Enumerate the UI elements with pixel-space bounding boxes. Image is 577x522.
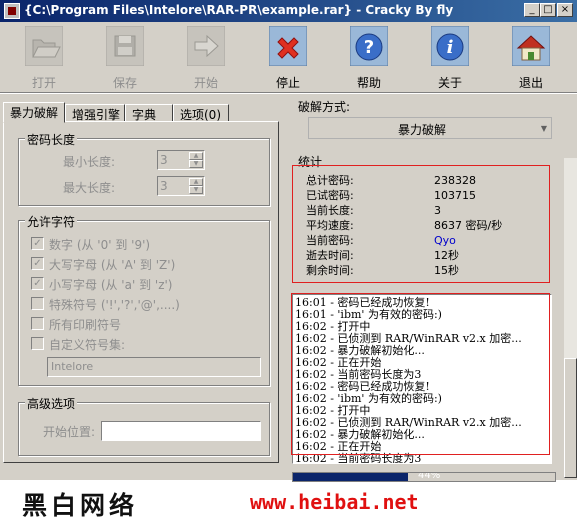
svg-text:i: i [447,37,454,58]
title-bar: {C:\Program Files\Intelore\RAR-PR\exampl… [0,0,577,22]
max-length-label: 最大长度: [63,181,116,195]
progress-bar: 44% [292,472,556,482]
crack-mode-select[interactable]: 暴力破解 ▼ [308,117,552,139]
password-length-title: 密码长度 [25,131,78,148]
start-position-label: 开始位置: [43,425,96,439]
charset-title: 允许字符 [25,213,78,230]
max-length-up-arrow-icon[interactable]: ▲ [189,178,203,186]
open-folder-icon [25,26,63,66]
max-length-down-arrow-icon[interactable]: ▼ [189,186,203,194]
tab-enhanced-engine[interactable]: 增强引擎 [65,104,125,122]
min-length-value: 3 [160,153,168,167]
help-button[interactable]: ? 帮助 [338,24,400,90]
stat-tried: 已试密码: 103715 [306,189,476,202]
special-label: 特殊符号 ('!','?','@',....) [49,298,180,312]
stop-label: 停止 [275,76,300,90]
about-button[interactable]: i 关于 [419,24,481,90]
app-icon[interactable] [4,3,20,19]
min-length-down-arrow-icon[interactable]: ▼ [189,160,203,168]
progress-text: 44% [418,472,441,481]
svg-text:?: ? [364,37,374,58]
stop-x-icon [269,26,307,66]
scrollbar-thumb[interactable] [564,358,577,478]
min-length-up-arrow-icon[interactable]: ▲ [189,152,203,160]
tab-dictionary[interactable]: 字典 [125,104,173,122]
digits-checkbox[interactable]: ✓ [31,237,44,250]
log-scrollbar[interactable] [564,158,577,478]
close-button[interactable]: × [557,3,573,17]
lowercase-checkbox[interactable]: ✓ [31,277,44,290]
watermark-banner: 黑白网络 www.heibai.net [0,484,577,520]
minimize-button[interactable]: _ [524,3,540,17]
stop-button[interactable]: 停止 [257,24,319,90]
site-name: 黑白网络 [22,491,139,520]
advanced-title: 高级选项 [25,395,78,412]
open-label: 打开 [31,76,56,90]
start-label: 开始 [193,76,218,90]
help-question-icon: ? [350,26,388,66]
uppercase-checkbox[interactable]: ✓ [31,257,44,270]
toolbar: 打开 保存 开始 停止 ? 帮助 i 关于 退出 [0,22,577,92]
save-button[interactable]: 保存 [94,24,156,90]
stat-elapsed-time: 逝去时间: 12秒 [306,249,459,262]
uppercase-label: 大写字母 (从 'A' 到 'Z') [49,258,176,272]
printable-checkbox[interactable] [31,317,44,330]
exit-label: 退出 [518,76,543,90]
exit-house-icon [512,26,550,66]
max-length-spinner[interactable]: 3 ▲ ▼ [157,176,205,196]
stat-average-speed: 平均速度: 8637 密码/秒 [306,219,503,232]
chevron-down-icon[interactable]: ▼ [541,124,547,133]
save-label: 保存 [112,76,137,90]
site-url[interactable]: www.heibai.net [250,490,419,514]
charset-group: 允许字符 ✓ 数字 (从 '0' 到 '9') ✓ 大写字母 (从 'A' 到 … [18,213,270,386]
min-length-spinner[interactable]: 3 ▲ ▼ [157,150,205,170]
password-length-group: 密码长度 最小长度: 3 ▲ ▼ 最大长度: 3 ▲ ▼ [18,131,270,206]
about-label: 关于 [437,76,462,90]
advanced-group: 高级选项 开始位置: [18,395,270,456]
crack-mode-value: 暴力破解 [397,123,446,137]
stat-current-password: 当前密码: Qyo [306,234,456,247]
tab-brute-force[interactable]: 暴力破解 [3,102,65,123]
log-line: 16:02 - 当前密码长度为3 [295,452,422,464]
maximize-button[interactable]: □ [540,3,556,17]
max-length-value: 3 [160,179,168,193]
start-arrow-icon [187,26,225,66]
brute-force-panel: 密码长度 最小长度: 3 ▲ ▼ 最大长度: 3 ▲ ▼ 允许字符 ✓ 数字 (… [3,121,279,463]
special-checkbox[interactable] [31,297,44,310]
save-disk-icon [106,26,144,66]
exit-button[interactable]: 退出 [500,24,562,90]
digits-label: 数字 (从 '0' 到 '9') [49,238,151,252]
toolbar-separator [0,92,577,94]
app-window: {C:\Program Files\Intelore\RAR-PR\exampl… [0,0,577,482]
window-title: {C:\Program Files\Intelore\RAR-PR\exampl… [24,3,454,17]
lowercase-label: 小写字母 (从 'a' 到 'z') [49,278,173,292]
printable-label: 所有印刷符号 [49,318,122,332]
start-button[interactable]: 开始 [175,24,237,90]
stat-remaining-time: 剩余时间: 15秒 [306,264,459,277]
about-info-icon: i [431,26,469,66]
tab-options[interactable]: 选项(0) [173,104,229,122]
custom-charset-label: 自定义符号集: [49,338,126,352]
min-length-label: 最小长度: [63,155,116,169]
custom-charset-input[interactable]: Intelore [47,357,261,377]
custom-charset-checkbox[interactable] [31,337,44,350]
log-list[interactable]: 16:01 - 密码已经成功恢复! 16:01 - 'ibm' 为有效的密码:)… [292,294,552,464]
start-position-input[interactable] [101,421,261,441]
stat-total: 总计密码: 238328 [306,174,476,187]
crack-mode-title: 破解方式: [298,100,351,114]
stats-panel: 总计密码: 238328 已试密码: 103715 当前长度: 3 平均速度: 8637… [294,162,564,284]
open-button[interactable]: 打开 [13,24,75,90]
help-label: 帮助 [356,76,381,90]
progress-fill [293,473,409,481]
stat-current-length: 当前长度: 3 [306,204,441,217]
